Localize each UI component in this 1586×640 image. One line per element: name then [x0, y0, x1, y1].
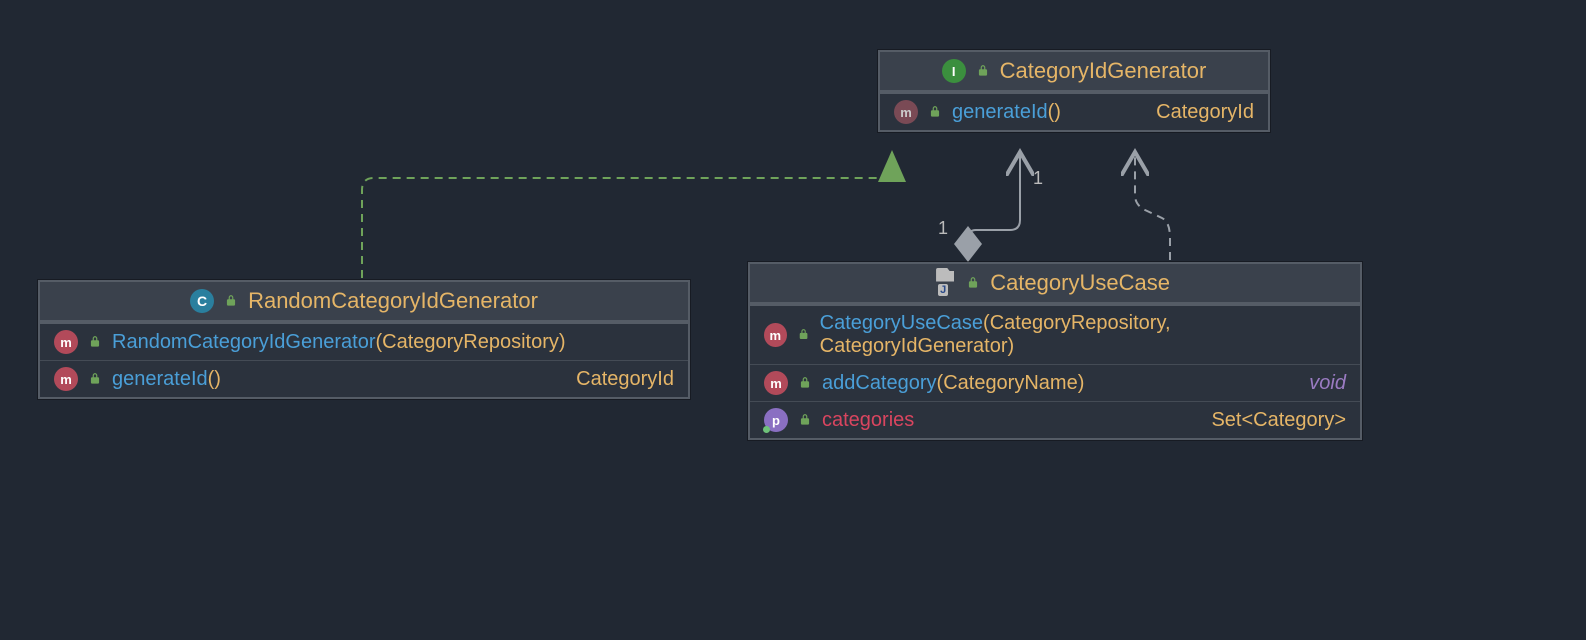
- lock-icon: [88, 335, 102, 349]
- lock-icon: [797, 328, 810, 342]
- member-signature: RandomCategoryIdGenerator(CategoryReposi…: [112, 331, 566, 354]
- member-row[interactable]: m generateId() CategoryId: [40, 360, 688, 397]
- lock-icon: [966, 276, 980, 290]
- property-icon: p: [764, 408, 788, 432]
- multiplicity-label: 1: [1033, 168, 1043, 189]
- member-row[interactable]: m addCategory(CategoryName) void: [750, 364, 1360, 401]
- lock-icon: [798, 413, 812, 427]
- lock-icon: [798, 376, 812, 390]
- return-type: CategoryId: [576, 368, 674, 391]
- lock-icon: [928, 105, 942, 119]
- class-title: CategoryUseCase: [990, 270, 1170, 296]
- class-category-use-case[interactable]: J CategoryUseCase m CategoryUseCase(Cate…: [748, 262, 1362, 440]
- class-title: CategoryIdGenerator: [1000, 58, 1207, 84]
- member-signature: addCategory(CategoryName): [822, 372, 1084, 395]
- return-type: Set<Category>: [1211, 409, 1346, 432]
- member-signature: CategoryUseCase(CategoryRepository, Cate…: [820, 312, 1336, 358]
- class-category-id-generator[interactable]: I CategoryIdGenerator m generateId() Cat…: [878, 50, 1270, 132]
- member-row[interactable]: m RandomCategoryIdGenerator(CategoryRepo…: [40, 324, 688, 360]
- lock-icon: [224, 294, 238, 308]
- member-signature: generateId(): [112, 368, 221, 391]
- return-type: CategoryId: [1156, 101, 1254, 124]
- uml-diagram-canvas[interactable]: 1 1 I CategoryIdGenerator m generateId()…: [0, 0, 1586, 640]
- class-header: C RandomCategoryIdGenerator: [40, 282, 688, 322]
- method-icon: m: [764, 371, 788, 395]
- member-row[interactable]: p categories Set<Category>: [750, 401, 1360, 438]
- method-icon: m: [894, 100, 918, 124]
- lock-icon: [976, 64, 990, 78]
- java-file-icon: J: [940, 272, 950, 295]
- class-header: J CategoryUseCase: [750, 264, 1360, 304]
- member-signature: generateId(): [952, 101, 1061, 124]
- member-row[interactable]: m generateId() CategoryId: [880, 94, 1268, 130]
- class-title: RandomCategoryIdGenerator: [248, 288, 538, 314]
- method-icon: m: [764, 323, 787, 347]
- class-icon: C: [190, 289, 214, 313]
- property-name: categories: [822, 409, 914, 432]
- method-icon: m: [54, 367, 78, 391]
- interface-icon: I: [942, 59, 966, 83]
- return-type: void: [1309, 372, 1346, 395]
- method-icon: m: [54, 330, 78, 354]
- class-random-category-id-generator[interactable]: C RandomCategoryIdGenerator m RandomCate…: [38, 280, 690, 399]
- member-row[interactable]: m CategoryUseCase(CategoryRepository, Ca…: [750, 306, 1360, 364]
- multiplicity-label: 1: [938, 218, 948, 239]
- lock-icon: [88, 372, 102, 386]
- class-header: I CategoryIdGenerator: [880, 52, 1268, 92]
